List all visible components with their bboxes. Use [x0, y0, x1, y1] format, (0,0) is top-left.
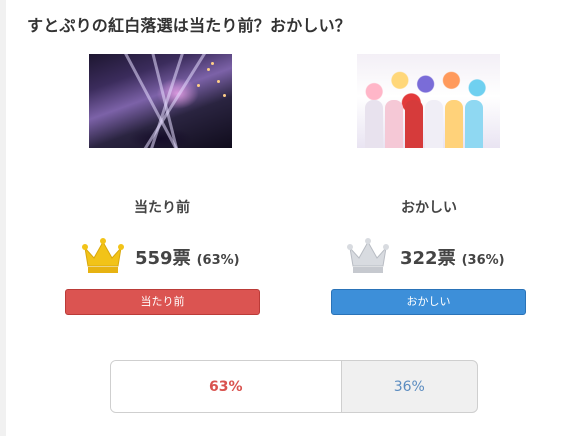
vote-percent-right: (36%): [461, 253, 505, 268]
vote-number-right: 322票: [400, 248, 456, 269]
vote-count-right: 322票 (36%): [400, 244, 505, 270]
vote-button-agree[interactable]: 当たり前: [65, 289, 260, 315]
gold-crown-icon: [82, 238, 124, 273]
poll-question: すとぷりの紅白落選は当たり前？おかしい？: [27, 16, 352, 35]
result-bar: 63% 36%: [110, 360, 478, 413]
option-label-right: おかしい: [401, 200, 457, 216]
result-segment-disagree: 36%: [393, 378, 425, 395]
vote-number-left: 559票: [135, 248, 191, 269]
vote-count-left: 559票 (63%): [135, 244, 240, 270]
option-label-left: 当たり前: [134, 200, 190, 216]
option-image-left[interactable]: [89, 54, 232, 148]
option-image-right[interactable]: [357, 54, 500, 148]
page-border: [0, 0, 6, 436]
vote-button-disagree[interactable]: おかしい: [331, 289, 526, 315]
silver-crown-icon: [347, 238, 389, 273]
result-segment-agree: 63%: [111, 361, 342, 412]
vote-percent-left: (63%): [196, 253, 240, 268]
